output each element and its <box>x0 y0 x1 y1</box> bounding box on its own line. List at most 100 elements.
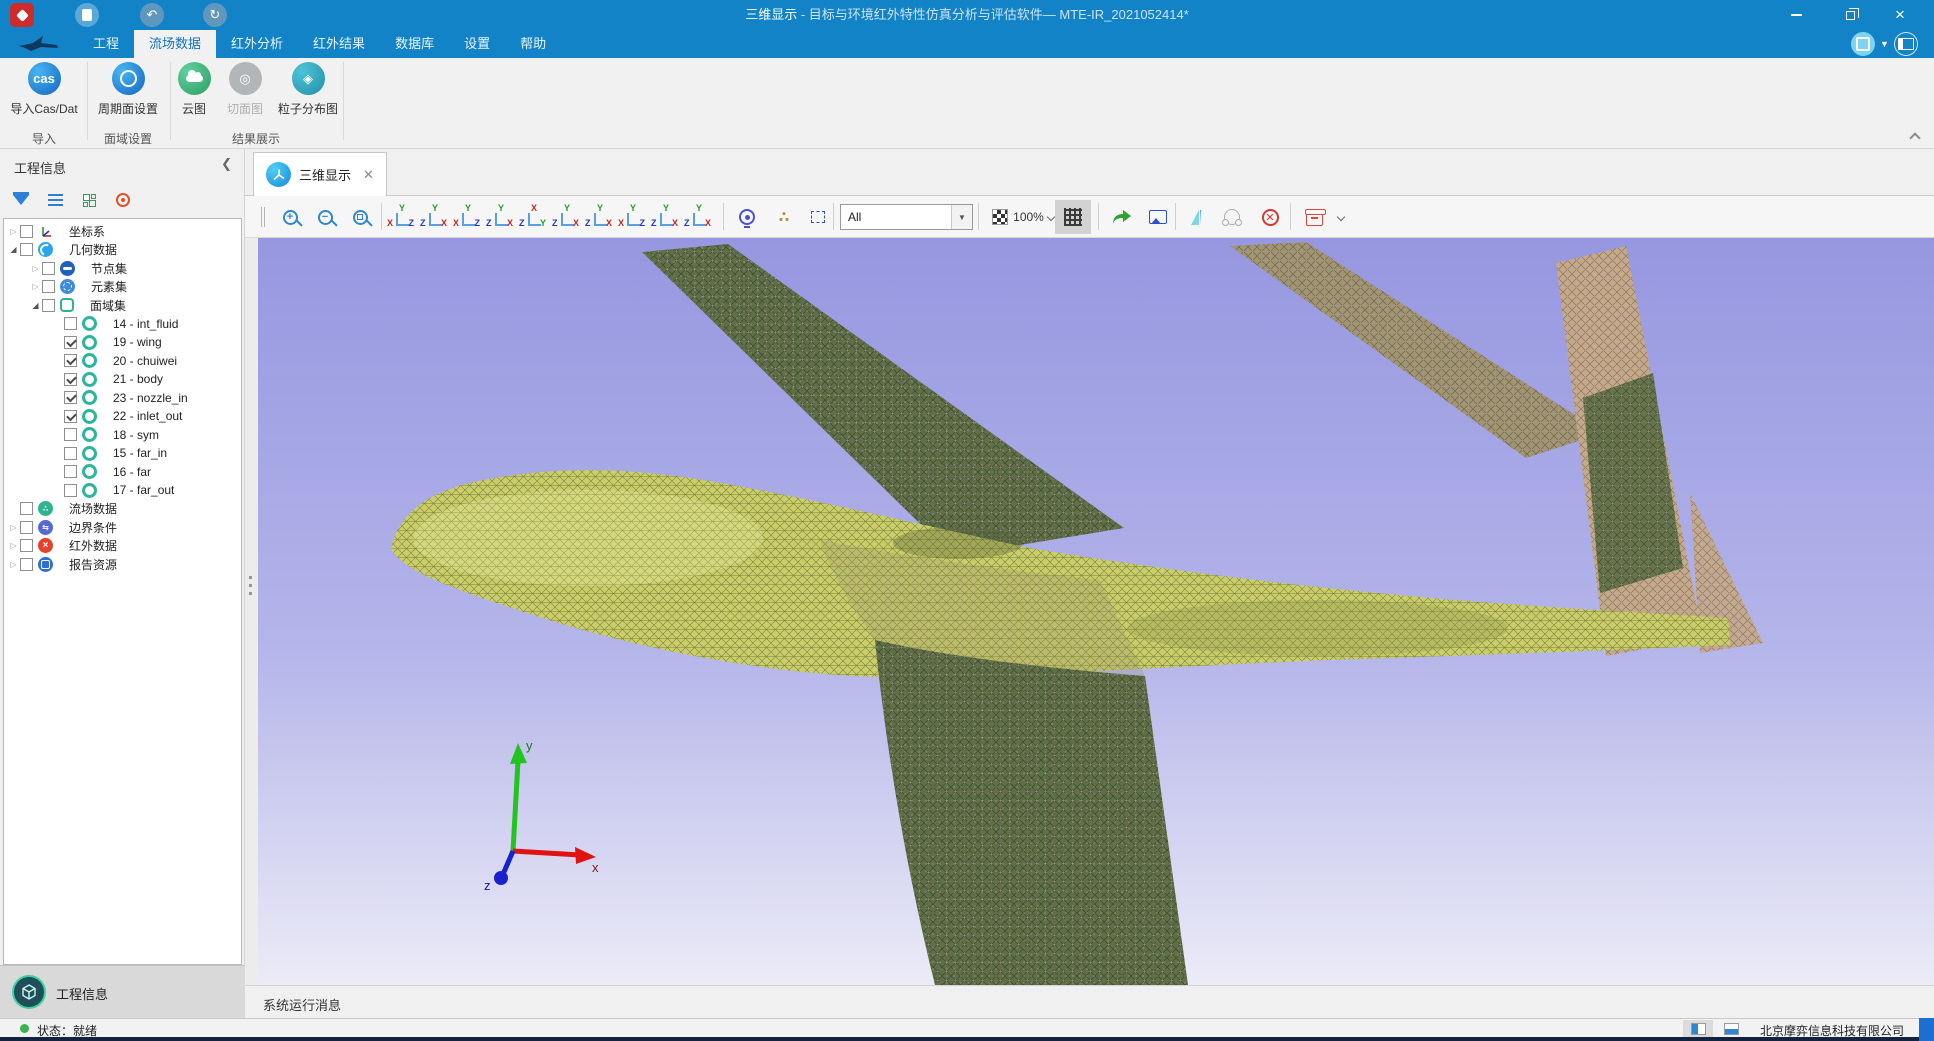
tab-close-icon[interactable]: ✕ <box>363 167 374 183</box>
layout-left-panel-toggle[interactable] <box>1683 1020 1713 1037</box>
viewport-3d[interactable]: y x z <box>258 238 1934 985</box>
delete-view-button[interactable]: ✕ <box>1253 196 1287 238</box>
locate-target-icon[interactable] <box>110 187 136 213</box>
redo-button[interactable]: ↻ <box>203 3 227 27</box>
tree-item-flowfield-data[interactable]: ∴ 流场数据 <box>4 500 241 519</box>
zoom-out-button[interactable]: − <box>310 196 340 238</box>
grid-view-icon[interactable] <box>76 187 102 213</box>
tree-checkbox[interactable] <box>42 262 55 275</box>
tree-checkbox[interactable] <box>20 225 33 238</box>
tree-item-element-set[interactable]: ▷ 元素集 <box>4 278 241 297</box>
layout-bottom-panel-toggle[interactable] <box>1716 1020 1746 1037</box>
expander-icon[interactable]: ▷ <box>7 541 20 550</box>
import-cas-dat-button[interactable]: cas 导入Cas/Dat <box>4 62 84 117</box>
tree-item-geometry-data[interactable]: ◢ 几何数据 <box>4 241 241 260</box>
expander-icon[interactable]: ▷ <box>7 560 20 569</box>
tree-checkbox[interactable] <box>64 317 77 330</box>
tree-item-wing[interactable]: 19 - wing <box>4 333 241 352</box>
tree-item-far-out[interactable]: 17 - far_out <box>4 481 241 500</box>
tree-item-coordinate-system[interactable]: ▷ 坐标系 <box>4 222 241 241</box>
tree-item-boundary-conditions[interactable]: ▷ ⇆ 边界条件 <box>4 518 241 537</box>
window-close-button[interactable]: × <box>1878 0 1922 30</box>
tab-3d-display[interactable]: 三维显示 ✕ <box>253 152 387 196</box>
tree-item-far[interactable]: 16 - far <box>4 463 241 482</box>
transparency-checker-icon[interactable] <box>987 196 1013 238</box>
tree-checkbox[interactable] <box>20 502 33 515</box>
expander-icon[interactable]: ◢ <box>7 245 20 254</box>
system-message-panel[interactable]: 系统运行消息 <box>245 985 1934 1018</box>
expander-icon[interactable]: ▷ <box>7 523 20 532</box>
particles-display-button[interactable]: ∴ <box>767 196 801 238</box>
undo-button[interactable]: ↶ <box>140 3 164 27</box>
window-restore-button[interactable] <box>1828 0 1872 30</box>
view-right-button[interactable]: YZX <box>486 203 514 231</box>
expander-icon[interactable]: ▷ <box>29 282 42 291</box>
tree-item-far-in[interactable]: 15 - far_in <box>4 444 241 463</box>
tree-checkbox[interactable] <box>42 280 55 293</box>
surface-filter-dropdown[interactable]: All ▼ <box>840 204 973 230</box>
view-top-button[interactable]: XZY <box>519 203 547 231</box>
tree-checkbox[interactable] <box>64 465 77 478</box>
tree-item-report-resources[interactable]: ▷ 报告资源 <box>4 555 241 574</box>
particle-distribution-button[interactable]: ◈ 粒子分布图 <box>272 62 344 117</box>
archive-dropdown-caret[interactable] <box>1329 196 1349 238</box>
tree-checkbox[interactable] <box>20 243 33 256</box>
window-minimize-button[interactable] <box>1774 0 1818 30</box>
panel-splitter[interactable] <box>245 238 258 985</box>
mirror-button[interactable] <box>1183 196 1217 238</box>
tree-checkbox[interactable] <box>64 447 77 460</box>
menu-infrared-results[interactable]: 红外结果 <box>298 30 380 58</box>
view-rotate-button[interactable]: YZX <box>684 203 712 231</box>
expander-icon[interactable]: ▷ <box>29 264 42 273</box>
zoom-fit-button[interactable] <box>345 196 375 238</box>
opacity-dropdown[interactable]: 100% <box>1013 196 1055 238</box>
view-left-button[interactable]: YXZ <box>453 203 481 231</box>
menu-infrared-analysis[interactable]: 红外分析 <box>216 30 298 58</box>
tree-checkbox[interactable] <box>64 484 77 497</box>
tree-item-body[interactable]: 21 - body <box>4 370 241 389</box>
dropdown-arrow-icon[interactable]: ▼ <box>951 205 972 229</box>
zoom-in-button[interactable]: + <box>275 196 305 238</box>
layout-panel-icon[interactable] <box>1894 32 1918 56</box>
expander-icon[interactable]: ◢ <box>29 301 42 310</box>
menu-database[interactable]: 数据库 <box>380 30 449 58</box>
snapshot-image-button[interactable] <box>1141 196 1175 238</box>
tree-item-chuiwei[interactable]: 20 - chuiwei <box>4 352 241 371</box>
panel-bottom-tab[interactable]: 工程信息 <box>0 965 245 1018</box>
toolbar-drag-handle[interactable] <box>259 196 267 238</box>
ribbon-collapse-chevron-icon[interactable] <box>1910 132 1920 140</box>
menu-flowfield-data[interactable]: 流场数据 <box>134 30 216 58</box>
tree-checkbox[interactable] <box>42 299 55 312</box>
menu-project[interactable]: 工程 <box>78 30 134 58</box>
expander-icon[interactable]: ▷ <box>7 227 20 236</box>
tree-item-face-set[interactable]: ◢ 面域集 <box>4 296 241 315</box>
tree-checkbox[interactable] <box>20 558 33 571</box>
filter-icon[interactable] <box>8 187 34 213</box>
box-select-button[interactable] <box>801 196 835 238</box>
tree-checkbox[interactable] <box>64 428 77 441</box>
tree-checkbox[interactable] <box>64 354 77 367</box>
export-share-button[interactable] <box>1105 196 1139 238</box>
view-iso-1-button[interactable]: YZX <box>585 203 613 231</box>
archive-box-button[interactable] <box>1297 196 1331 238</box>
tree-checkbox[interactable] <box>64 336 77 349</box>
tree-item-inlet-out[interactable]: 22 - inlet_out <box>4 407 241 426</box>
menu-settings[interactable]: 设置 <box>449 30 505 58</box>
new-file-button[interactable] <box>75 3 99 27</box>
tree-item-infrared-data[interactable]: ▷ × 红外数据 <box>4 537 241 556</box>
contour-plot-button[interactable]: 云图 <box>172 62 216 117</box>
probe-point-button[interactable] <box>730 196 764 238</box>
view-front-button[interactable]: YXZ <box>387 203 415 231</box>
tree-checkbox[interactable] <box>64 373 77 386</box>
resize-grip[interactable] <box>1919 1018 1934 1041</box>
view-rotate-down-button[interactable]: YZX <box>651 203 679 231</box>
display-dropdown-caret-icon[interactable]: ▼ <box>1880 32 1889 56</box>
tree-checkbox[interactable] <box>20 539 33 552</box>
periodic-surface-settings-button[interactable]: 周期面设置 <box>90 62 166 117</box>
mesh-display-toggle-button[interactable] <box>1055 200 1091 234</box>
tree-checkbox[interactable] <box>20 521 33 534</box>
tree-item-sym[interactable]: 18 - sym <box>4 426 241 445</box>
list-view-icon[interactable] <box>42 187 68 213</box>
panel-collapse-button[interactable]: ❮ <box>221 156 232 172</box>
tree-item-nozzle-in[interactable]: 23 - nozzle_in <box>4 389 241 408</box>
